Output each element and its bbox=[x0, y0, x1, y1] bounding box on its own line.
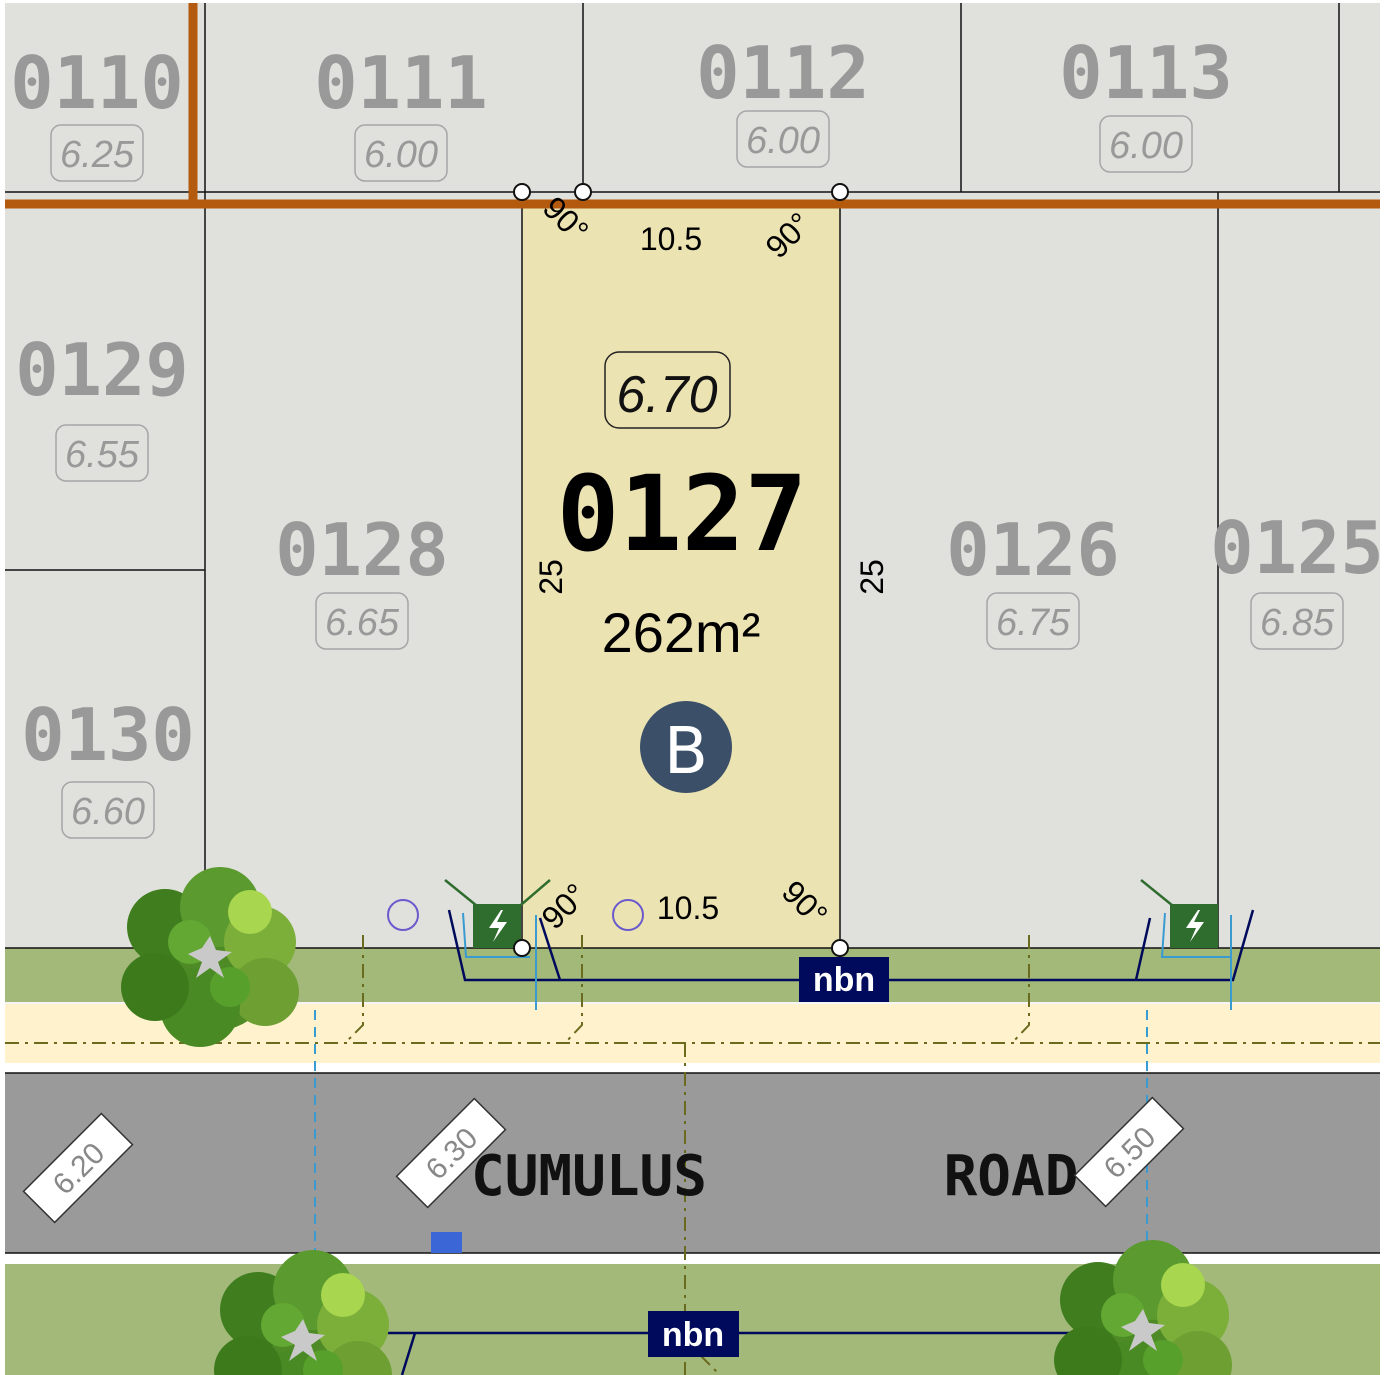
builder-badge-label: B bbox=[664, 715, 708, 789]
lot-0128-level: 6.65 bbox=[325, 602, 400, 644]
power-pit-icon bbox=[1170, 904, 1218, 948]
service-pit-icon bbox=[431, 1232, 462, 1253]
street-name-part1: CUMULUS bbox=[471, 1144, 707, 1209]
survey-peg-icon bbox=[831, 939, 849, 957]
lot-0112-number: 0112 bbox=[696, 31, 869, 115]
selected-lot-0127[interactable] bbox=[522, 203, 840, 948]
lot-0110-number: 0110 bbox=[10, 41, 183, 125]
lot-0113-level: 6.00 bbox=[1109, 125, 1183, 167]
lot-0112-level: 6.00 bbox=[746, 120, 820, 162]
selected-lot-area: 262m² bbox=[602, 601, 761, 664]
lot-0113-number: 0113 bbox=[1059, 31, 1232, 115]
lot-0125-level: 6.85 bbox=[1260, 602, 1335, 644]
lot-0128-number: 0128 bbox=[275, 508, 448, 592]
survey-peg-icon bbox=[513, 939, 531, 957]
selected-lot-number: 0127 bbox=[557, 453, 807, 575]
nbn-label: nbn bbox=[813, 961, 875, 999]
power-pit-icon bbox=[473, 904, 521, 948]
lot-0126-number: 0126 bbox=[946, 508, 1119, 592]
frontage-top-dimension: 10.5 bbox=[640, 221, 702, 257]
lot-plan-map: 0110 6.25 0111 6.00 0112 6.00 0113 6.00 0129 6.55… bbox=[5, 3, 1384, 1375]
frontage-bottom-dimension: 10.5 bbox=[657, 890, 719, 926]
survey-peg-icon bbox=[574, 183, 592, 201]
nbn-label: nbn bbox=[662, 1316, 724, 1354]
selected-lot-level: 6.70 bbox=[616, 366, 717, 424]
lot-0111-level: 6.00 bbox=[364, 134, 438, 176]
lot-0129-number: 0129 bbox=[15, 328, 188, 412]
depth-left-dimension: 25 bbox=[533, 559, 569, 595]
lot-0130-number: 0130 bbox=[21, 693, 194, 777]
lot-0130-level: 6.60 bbox=[71, 791, 145, 833]
lot-0126-level: 6.75 bbox=[996, 602, 1071, 644]
depth-right-dimension: 25 bbox=[854, 559, 890, 595]
lot-0129-level: 6.55 bbox=[65, 434, 140, 476]
lot-0125-number: 0125 bbox=[1210, 506, 1383, 590]
lot-0110-level: 6.25 bbox=[60, 134, 135, 176]
lot-0111-number: 0111 bbox=[314, 41, 487, 125]
street-name-part2: ROAD bbox=[944, 1144, 1079, 1209]
tree-icon bbox=[1054, 1240, 1232, 1375]
survey-peg-icon bbox=[831, 183, 849, 201]
survey-peg-icon bbox=[513, 183, 531, 201]
